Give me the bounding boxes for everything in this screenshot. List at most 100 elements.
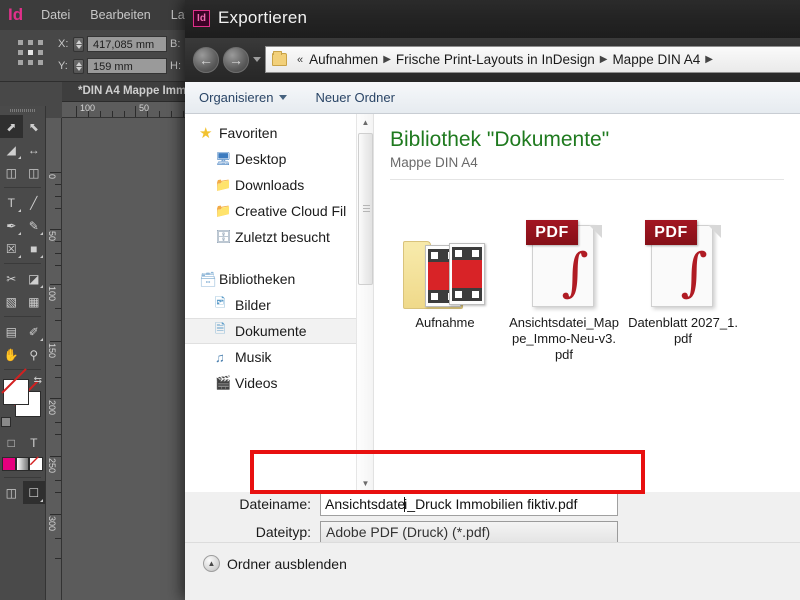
apply-gradient-icon[interactable] <box>15 457 30 471</box>
gradient-swatch-tool-icon[interactable]: ▧ <box>0 290 23 313</box>
sidebar-item-musik[interactable]: ♫ Musik <box>185 344 373 370</box>
chevron-right-icon-1[interactable]: ▶ <box>383 54 391 65</box>
scroll-up-arrow-icon[interactable]: ▲ <box>357 114 374 131</box>
sidebar-item-zuletzt-besucht[interactable]: 🗄 Zuletzt besucht <box>185 224 373 250</box>
library-divider <box>390 179 784 180</box>
fill-swatch[interactable] <box>3 379 29 405</box>
documents-icon: 🗎 <box>215 321 226 336</box>
y-coordinate-field[interactable]: Y: 159 mm <box>58 58 167 74</box>
new-folder-button[interactable]: Neuer Ordner <box>301 90 408 105</box>
dialog-toolbar: Organisieren Neuer Ordner <box>185 82 800 114</box>
note-tool-icon[interactable]: ▤ <box>0 320 23 343</box>
folder-with-photos-icon <box>403 233 487 309</box>
apply-none-icon[interactable] <box>29 457 44 471</box>
library-subtitle: Mappe DIN A4 <box>390 155 478 170</box>
acrobat-swirl-icon: ∫ <box>561 243 589 303</box>
dialog-footer: ▲ Ordner ausblenden <box>185 542 800 600</box>
sidebar-item-bilder[interactable]: 🖻 Bilder <box>185 292 373 318</box>
frame-tool-icon[interactable]: ☒ <box>0 237 23 260</box>
sidebar-item-favoriten[interactable]: ★ Favoriten <box>185 120 373 146</box>
gradient-feather-tool-icon[interactable]: ▦ <box>23 290 46 313</box>
pen-tool-icon[interactable]: ✒ <box>0 214 23 237</box>
x-stepper[interactable] <box>73 36 84 52</box>
hand-tool-icon[interactable]: ✋ <box>0 343 23 366</box>
navigation-pane-scrollbar[interactable]: ▲ ▼ <box>356 114 373 492</box>
default-fill-stroke-icon[interactable] <box>1 417 11 427</box>
filetype-label: Dateityp: <box>255 524 311 540</box>
eyedropper-tool-icon[interactable]: ✐ <box>23 320 46 343</box>
scroll-down-arrow-icon[interactable]: ▼ <box>357 475 374 492</box>
breadcrumb-item-frische-print-layouts[interactable]: Frische Print-Layouts in InDesign <box>396 52 595 67</box>
breadcrumb-item-aufnahmen[interactable]: Aufnahmen <box>309 52 378 67</box>
sidebar-item-videos[interactable]: 🎬 Videos <box>185 370 373 396</box>
formatting-affects-container-icon[interactable]: □ <box>0 431 23 454</box>
y-stepper[interactable] <box>73 58 84 74</box>
x-coordinate-field[interactable]: X: 417,085 mm <box>58 36 167 52</box>
chevron-right-icon-2[interactable]: ▶ <box>600 54 608 65</box>
creative-cloud-icon: 📁 <box>215 203 232 218</box>
export-save-dialog: Id Exportieren ← → « Aufnahmen ▶ Frische… <box>185 0 800 600</box>
recent-icon: 🗄 <box>215 229 232 244</box>
desktop-icon: 🖥 <box>215 151 232 166</box>
page-tool-icon[interactable]: ◢ <box>0 138 23 161</box>
pictures-icon: 🖻 <box>215 295 226 310</box>
preview-view-mode-icon[interactable]: ☐ <box>22 481 45 504</box>
breadcrumb[interactable]: « Aufnahmen ▶ Frische Print-Layouts in I… <box>265 46 800 73</box>
sidebar-item-desktop[interactable]: 🖥 Desktop <box>185 146 373 172</box>
dialog-title-bar[interactable]: Id Exportieren <box>185 0 800 38</box>
filename-row: Dateiname: Ansichtsdatei_Druck Immobilie… <box>185 492 618 516</box>
breadcrumb-item-mappe-din-a4[interactable]: Mappe DIN A4 <box>612 52 700 67</box>
content-placer-tool-icon[interactable]: ◫ <box>23 161 46 184</box>
zoom-tool-icon[interactable]: ⚲ <box>23 343 46 366</box>
sidebar-item-dokumente[interactable]: 🗎 Dokumente <box>185 318 373 344</box>
fill-stroke-controls[interactable]: ⇆ <box>0 373 45 431</box>
pencil-tool-icon[interactable]: ✎ <box>23 214 46 237</box>
reference-point-proxy[interactable] <box>18 40 48 70</box>
direct-selection-tool-icon[interactable]: ⬉ <box>23 115 46 138</box>
swap-fill-stroke-icon[interactable]: ⇆ <box>34 375 42 386</box>
sidebar-label-desktop: Desktop <box>235 151 287 167</box>
filetype-select[interactable]: Adobe PDF (Druck) (*.pdf) <box>320 520 618 544</box>
file-list-pane[interactable]: Bibliothek "Dokumente" Mappe DIN A4 Aufn… <box>374 114 800 492</box>
normal-view-mode-icon[interactable]: ◫ <box>0 481 23 504</box>
breadcrumb-overflow-icon[interactable]: « <box>297 54 303 66</box>
pdf-badge: PDF <box>526 220 578 245</box>
gap-tool-icon[interactable]: ↔ <box>23 138 46 161</box>
line-tool-icon[interactable]: ╱ <box>23 191 46 214</box>
menu-bearbeiten[interactable]: Bearbeiten <box>90 8 150 22</box>
x-value[interactable]: 417,085 mm <box>87 36 167 52</box>
music-icon: ♫ <box>215 349 225 365</box>
pdf-badge: PDF <box>645 220 697 245</box>
y-value[interactable]: 159 mm <box>87 58 167 74</box>
chevron-right-icon-3[interactable]: ▶ <box>705 54 713 65</box>
list-item[interactable]: Aufnahme <box>390 194 500 363</box>
forward-button[interactable]: → <box>223 47 249 73</box>
back-button[interactable]: ← <box>193 47 219 73</box>
hide-folders-button[interactable]: ▲ Ordner ausblenden <box>203 555 347 572</box>
vruler-tick-200: 200 <box>47 400 57 416</box>
rectangle-tool-icon[interactable]: ■ <box>23 237 46 260</box>
sidebar-item-downloads[interactable]: 📁 Downloads <box>185 172 373 198</box>
formatting-affects-text-icon[interactable]: T <box>23 431 46 454</box>
vruler-tick-0: 0 <box>47 174 57 180</box>
vruler-tick-50: 50 <box>47 231 57 242</box>
list-item[interactable]: ∫ PDF Datenblatt 2027_1.pdf <box>628 194 738 363</box>
sidebar-label-bilder: Bilder <box>235 297 271 313</box>
organize-button[interactable]: Organisieren <box>185 90 301 105</box>
content-collector-tool-icon[interactable]: ◫ <box>0 161 23 184</box>
scrollbar-thumb[interactable] <box>358 133 373 285</box>
menu-datei[interactable]: Datei <box>41 8 70 22</box>
selection-tool-icon[interactable]: ⬈ <box>0 115 23 138</box>
list-item[interactable]: ∫ PDF Ansichtsdatei_Mappe_Immo-Neu-v3.pd… <box>509 194 619 363</box>
new-folder-label: Neuer Ordner <box>315 90 395 105</box>
toolbox-grip[interactable] <box>0 106 45 115</box>
filename-input[interactable]: Ansichtsdatei_Druck Immobilien fiktiv.pd… <box>320 492 618 516</box>
recent-locations-chevron-icon[interactable] <box>253 57 261 62</box>
scissors-tool-icon[interactable]: ✂ <box>0 267 23 290</box>
free-transform-tool-icon[interactable]: ◪ <box>23 267 46 290</box>
sidebar-item-bibliotheken[interactable]: 🗃 Bibliotheken <box>185 266 373 292</box>
apply-color-icon[interactable] <box>2 457 16 471</box>
type-tool-icon[interactable]: T <box>0 191 23 214</box>
sidebar-item-creative-cloud-files[interactable]: 📁 Creative Cloud Fil <box>185 198 373 224</box>
